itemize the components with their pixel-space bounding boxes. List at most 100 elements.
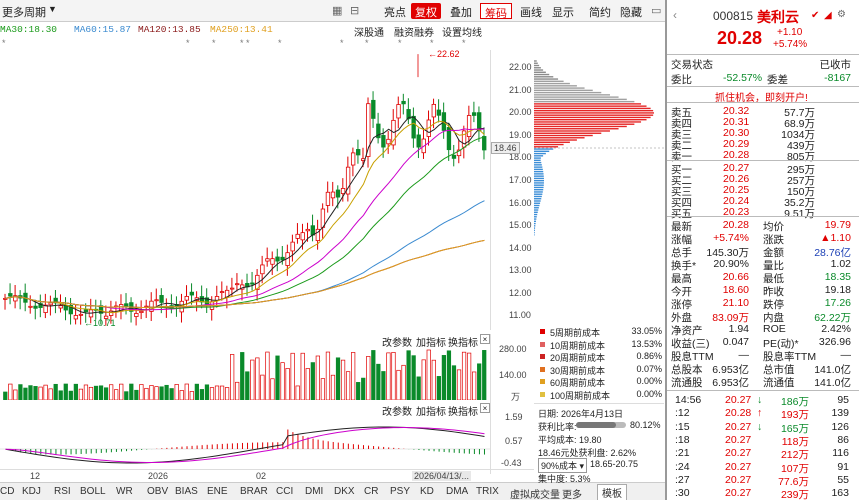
event-marker[interactable]: *: [2, 38, 6, 48]
stock-code: 000815: [713, 9, 754, 23]
chips-button[interactable]: 筹码: [480, 3, 512, 20]
indicator-tab[interactable]: TRIX: [476, 486, 499, 497]
highlight-button[interactable]: 亮点: [380, 3, 410, 19]
simple-button[interactable]: 简约: [585, 3, 615, 19]
volume-bar: [18, 384, 23, 400]
candle-body: [482, 136, 487, 151]
candle-body: [330, 191, 336, 199]
indicator-tab[interactable]: DKX: [334, 486, 355, 497]
tick-time: 14:56: [675, 394, 702, 406]
hk-connect-link[interactable]: 深股通: [354, 24, 384, 39]
settings-icon[interactable]: ⚙: [837, 9, 846, 20]
tick-price: 20.28: [725, 407, 752, 420]
candle-body: [159, 295, 164, 303]
price-tick: 13.00: [509, 265, 532, 276]
event-marker[interactable]: * *: [240, 38, 250, 48]
volume-bar: [23, 387, 28, 400]
chevron-down-icon[interactable]: ▼: [48, 4, 57, 14]
volume-bar: [68, 390, 73, 400]
event-marker[interactable]: *: [212, 38, 216, 48]
tick-row[interactable]: :27 20.27 77.6万 55: [671, 474, 851, 488]
tick-count: 91: [837, 460, 849, 473]
candle-body: [305, 228, 310, 232]
tick-row[interactable]: :24 20.27 107万 91: [671, 460, 851, 475]
indicator-tab[interactable]: RSI: [54, 486, 71, 497]
draw-line-button[interactable]: 画线: [516, 3, 546, 19]
volume-bar: [315, 355, 320, 400]
tick-row[interactable]: :12 20.28 ↑ 193万 139: [671, 407, 851, 421]
kline-chart[interactable]: ←22.62 ←10.71: [0, 50, 490, 330]
tick-time: :21: [675, 447, 690, 460]
margin-link[interactable]: 融资融券: [394, 24, 434, 39]
event-marker[interactable]: *: [462, 38, 466, 48]
indicator-tab[interactable]: KDJ: [22, 486, 41, 497]
cost-bar: [534, 139, 577, 141]
cost-bar: [534, 148, 554, 150]
volume-bar: [78, 388, 84, 400]
candle-body: [401, 100, 406, 105]
close-icon[interactable]: ×: [480, 403, 490, 413]
quote-value: 21.10: [722, 297, 749, 309]
favorite-icon[interactable]: ✔: [811, 10, 819, 21]
alert-icon[interactable]: ◢: [824, 10, 832, 21]
volume-bar: [8, 383, 13, 400]
indicator-tab[interactable]: CD: [0, 486, 14, 497]
minus-icon[interactable]: ⊟: [350, 4, 359, 17]
tick-row[interactable]: :18 20.27 118万 86: [671, 434, 851, 448]
maximize-icon[interactable]: ▭: [651, 4, 661, 17]
tick-row[interactable]: :15 20.27 ↓ 165万 126: [671, 421, 851, 435]
volume-bar: [219, 385, 225, 400]
cost-select-label: 90%成本: [541, 461, 578, 471]
set-ma-link[interactable]: 设置均线: [442, 24, 482, 39]
indicator-tab[interactable]: DMI: [305, 486, 323, 497]
overlay-button[interactable]: 叠加: [446, 3, 476, 19]
event-marker[interactable]: *: [398, 38, 402, 48]
down-arrow-icon: ↓: [757, 394, 763, 406]
volume-bar: [416, 376, 421, 400]
indicator-tab[interactable]: 虚拟成交量: [510, 486, 560, 500]
indicator-tab[interactable]: ENE: [207, 486, 228, 497]
event-marker[interactable]: *: [430, 38, 434, 48]
adjust-button[interactable]: 复权: [411, 3, 441, 19]
indicator-tab[interactable]: CR: [364, 486, 378, 497]
quote-value: +5.74%: [713, 232, 749, 244]
event-marker[interactable]: *: [278, 38, 282, 48]
indicator-tab[interactable]: WR: [116, 486, 133, 497]
indicator-tab[interactable]: CCI: [276, 486, 293, 497]
indicator-tab[interactable]: BIAS: [175, 486, 198, 497]
candle-body: [270, 258, 275, 265]
indicator-tab[interactable]: BOLL: [80, 486, 106, 497]
indicator-tab[interactable]: PSY: [390, 486, 410, 497]
trade-status-label: 交易状态: [671, 59, 713, 71]
cost-range-select[interactable]: 90%成本 ▾: [538, 458, 588, 473]
volume-bar: [38, 386, 43, 400]
grid-icon[interactable]: ▦: [332, 4, 342, 17]
close-icon[interactable]: ×: [480, 334, 490, 344]
period-selector[interactable]: 更多周期: [2, 4, 46, 20]
tick-row[interactable]: :21 20.27 212万 116: [671, 447, 851, 461]
volume-bar: [169, 388, 174, 400]
indicator-tab[interactable]: BRAR: [240, 486, 268, 497]
cost-bar: [534, 175, 544, 177]
tick-volume: 239万: [780, 489, 809, 500]
indicator-tab[interactable]: KD: [420, 486, 434, 497]
quote-row: 收益(三) 0.047 PE(动)* 326.96: [671, 336, 851, 350]
volume-bar: [124, 391, 129, 400]
event-marker[interactable]: *: [340, 38, 344, 48]
tick-row[interactable]: 14:56 20.27 ↓ 186万 95: [671, 394, 851, 408]
event-marker[interactable]: *: [186, 38, 190, 48]
indicator-tab[interactable]: 模板: [597, 484, 627, 500]
hide-button[interactable]: 隐藏: [616, 3, 646, 19]
event-marker[interactable]: *: [365, 38, 369, 48]
indicator-tab[interactable]: OBV: [147, 486, 168, 497]
prev-stock-icon[interactable]: ‹: [673, 8, 677, 22]
volume-bar: [426, 349, 431, 400]
quote-value: 141.0亿: [814, 377, 851, 389]
volume-bar: [144, 387, 149, 400]
cost-bar: [534, 222, 536, 225]
display-button[interactable]: 显示: [548, 3, 578, 19]
indicator-tab[interactable]: 更多: [562, 486, 582, 500]
tick-row[interactable]: :30 20.27 239万 163: [671, 487, 851, 500]
indicator-tab[interactable]: DMA: [446, 486, 468, 497]
volume-bar: [351, 352, 356, 400]
